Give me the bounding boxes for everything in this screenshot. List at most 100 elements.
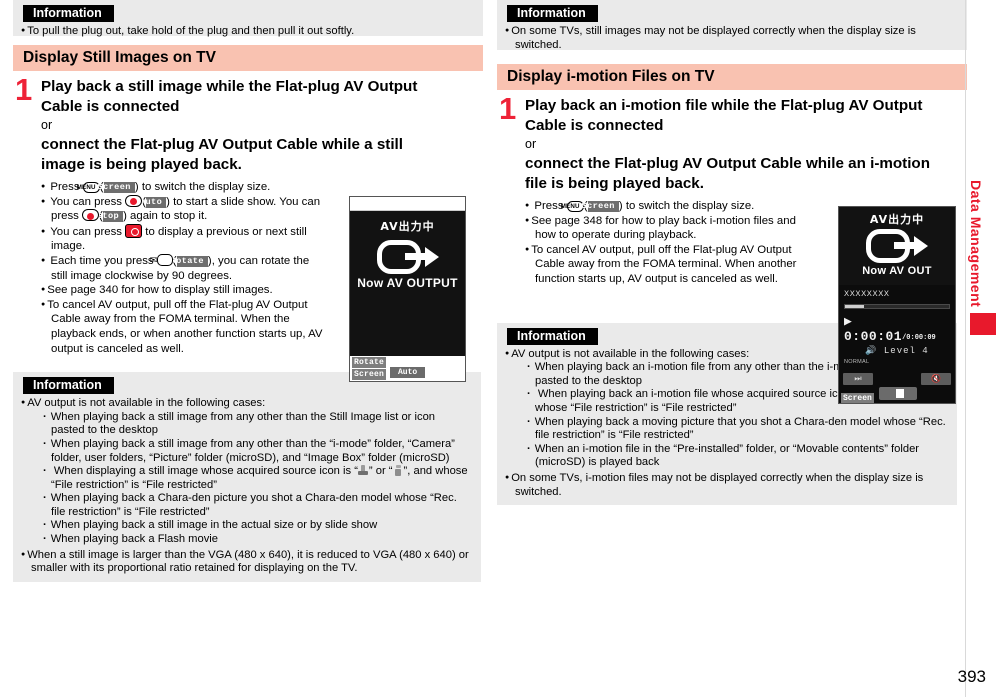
info-sub-item: When an i-motion file in the “Pre-instal… bbox=[513, 443, 947, 470]
bullet-press-screen: Press MENU(Screen) to switch the display… bbox=[41, 180, 323, 195]
bullet-text-pre: You can press bbox=[50, 225, 126, 238]
mail-key-icon bbox=[156, 253, 173, 266]
page-edge-rule bbox=[965, 0, 966, 697]
info-body: To pull the plug out, take hold of the p… bbox=[13, 22, 483, 39]
phone-jp-label: AV出力中 bbox=[869, 213, 925, 226]
mute-key[interactable]: 🔇 bbox=[921, 373, 951, 385]
phone-screenshot-imotion: AV出力中 Now AV OUT XXXXXXXX ▶ 0:00:01/0:00… bbox=[838, 206, 956, 404]
step-line-2: connect the Flat-plug AV Output Cable wh… bbox=[525, 155, 930, 192]
bullet-text-pre: You can press bbox=[50, 195, 126, 208]
select-key-icon-2 bbox=[82, 209, 100, 222]
bullet-slide-show: You can press (Auto) to start a slide sh… bbox=[41, 194, 323, 224]
phone-en-label: Now AV OUTPUT bbox=[357, 276, 458, 290]
bullet-rotate: Each time you press (Rotate), you can ro… bbox=[41, 253, 323, 283]
info-sub-item: When playing back a moving picture that … bbox=[513, 416, 947, 443]
side-tab-label: Data Management bbox=[968, 180, 984, 308]
info-list-item: On some TVs, i-motion files may not be d… bbox=[505, 471, 947, 499]
bullet-cancel-av: To cancel AV output, pull off the Flat-p… bbox=[41, 298, 323, 356]
playback-time: ▶ 0:00:01/0:00:09 bbox=[844, 314, 950, 344]
playback-total-time: /0:00:09 bbox=[902, 334, 936, 342]
left-step-bullets: Press MENU(Screen) to switch the display… bbox=[13, 180, 323, 356]
softkey-label-rotate: Rotate bbox=[171, 255, 208, 267]
side-tab: Data Management bbox=[968, 180, 998, 336]
softkey-label-screen: Screen bbox=[98, 182, 135, 193]
softkey-rotate[interactable]: Rotate bbox=[352, 357, 387, 368]
step-or: or bbox=[525, 137, 537, 151]
phone-av-output-view: AV出力中 Now AV OUTPUT bbox=[350, 211, 465, 356]
info-sub-item: When playing back a still image in the a… bbox=[29, 519, 471, 533]
right-step-bullets: Press MENU(Screen) to switch the display… bbox=[497, 199, 797, 287]
select-key-icon bbox=[125, 194, 143, 207]
softkey-label-auto: Auto bbox=[140, 196, 167, 208]
bullet-text-post-2: ) again to stop it. bbox=[123, 210, 208, 223]
bullet-see-page: See page 348 for how to play back i-moti… bbox=[525, 214, 797, 243]
bullet-cancel-av: To cancel AV output, pull off the Flat-p… bbox=[525, 243, 797, 287]
softkey-auto[interactable]: Auto bbox=[390, 367, 426, 378]
bullet-text-post: ) to switch the display size. bbox=[134, 181, 271, 193]
info-sub-item: When playing back a Flash movie bbox=[29, 533, 471, 547]
manual-page: Information To pull the plug out, take h… bbox=[0, 0, 1004, 697]
info-title: Information bbox=[507, 327, 598, 345]
softkey-label-stop: Stop bbox=[97, 211, 124, 223]
acquired-source-icon-device bbox=[393, 465, 404, 476]
bullet-text-pre: Each time you press bbox=[50, 254, 157, 267]
info-sub-item: When playing back a Chara-den picture yo… bbox=[29, 492, 471, 519]
phone-softkey-bar: Rotate Screen Auto bbox=[350, 356, 465, 381]
phone-jp-label: AV出力中 bbox=[380, 220, 435, 233]
page-number: 393 bbox=[957, 667, 986, 686]
info-list-item: When a still image is larger than the VG… bbox=[21, 548, 471, 576]
info-title: Information bbox=[507, 5, 598, 22]
dpad-key-icon bbox=[125, 223, 143, 238]
step-number: 1 bbox=[15, 72, 33, 107]
side-tab-marker bbox=[970, 313, 996, 336]
sub-text-pre: When displaying a still image whose acqu… bbox=[53, 465, 358, 478]
acquired-source-icon-transfer bbox=[357, 465, 369, 476]
info-list-item: On some TVs, still images may not be dis… bbox=[505, 24, 957, 52]
bullet-see-page: See page 340 for how to display still im… bbox=[41, 283, 323, 298]
softkey-screen[interactable]: Screen bbox=[352, 369, 387, 380]
info-list-item: To pull the plug out, take hold of the p… bbox=[21, 24, 473, 39]
playback-volume: 🔊 Level 4 bbox=[844, 346, 950, 356]
info-title: Information bbox=[23, 5, 114, 22]
playback-progress-bar[interactable] bbox=[844, 304, 950, 309]
phone-status-strip bbox=[350, 197, 465, 211]
step-line-2: connect the Flat-plug AV Output Cable wh… bbox=[41, 136, 403, 173]
bullet-prev-next: You can press to display a previous or n… bbox=[41, 223, 323, 254]
av-output-arrow-icon bbox=[376, 240, 439, 274]
info-title: Information bbox=[23, 377, 114, 395]
info-sub-item: When playing back a still image from any… bbox=[29, 411, 471, 438]
info-sub-item-icons: When displaying a still image whose acqu… bbox=[29, 465, 471, 492]
fast-forward-key[interactable]: ⏭ bbox=[843, 373, 873, 385]
softkey-label-screen: Screen bbox=[582, 201, 619, 212]
step-line-1: Play back a still image while the Flat-p… bbox=[41, 78, 418, 115]
right-info-top: Information On some TVs, still images ma… bbox=[497, 0, 967, 52]
left-info-top: Information To pull the plug out, take h… bbox=[13, 0, 483, 39]
phone-playback-keys: ⏭ 🔇 Screen bbox=[839, 371, 955, 403]
step-1-imotion: 1 Play back an i-motion file while the F… bbox=[497, 91, 967, 193]
playback-file-name: XXXXXXXX bbox=[844, 289, 890, 299]
step-1-still-image: 1 Play back a still image while the Flat… bbox=[13, 72, 483, 174]
bullet-press-screen: Press MENU(Screen) to switch the display… bbox=[525, 199, 797, 214]
playback-play-icon: ▶ bbox=[844, 314, 853, 329]
playback-current-time: 0:00:01 bbox=[844, 329, 903, 344]
info-body: AV output is not available in the follow… bbox=[13, 394, 481, 576]
volume-level-label: Level 4 bbox=[883, 346, 929, 356]
step-or: or bbox=[41, 118, 53, 132]
phone-en-label: Now AV OUT bbox=[862, 265, 932, 277]
av-output-arrow-icon bbox=[866, 229, 928, 263]
sub-text-pre: When playing back an i-motion file whose… bbox=[537, 388, 869, 401]
phone-playback-info: XXXXXXXX ▶ 0:00:01/0:00:09 🔊 Level 4 NOR… bbox=[839, 285, 955, 371]
playback-mode-label: NORMAL bbox=[844, 359, 870, 365]
phone-screenshot-still-image: AV出力中 Now AV OUTPUT Rotate Screen Auto bbox=[349, 196, 466, 382]
info-body: On some TVs, still images may not be dis… bbox=[497, 22, 967, 52]
phone-av-output-view: AV出力中 Now AV OUT bbox=[839, 207, 955, 285]
step-number: 1 bbox=[499, 91, 517, 126]
section-heading-still-images: Display Still Images on TV bbox=[13, 45, 483, 71]
pause-key[interactable] bbox=[879, 387, 917, 400]
info-list-item: AV output is not available in the follow… bbox=[21, 396, 471, 411]
sub-text-mid: ” or “ bbox=[368, 465, 393, 478]
softkey-screen[interactable]: Screen bbox=[841, 393, 874, 403]
step-line-1: Play back an i-motion file while the Fla… bbox=[525, 97, 923, 134]
speaker-icon: 🔊 bbox=[865, 346, 878, 356]
info-sub-item: When playing back a still image from any… bbox=[29, 438, 471, 465]
